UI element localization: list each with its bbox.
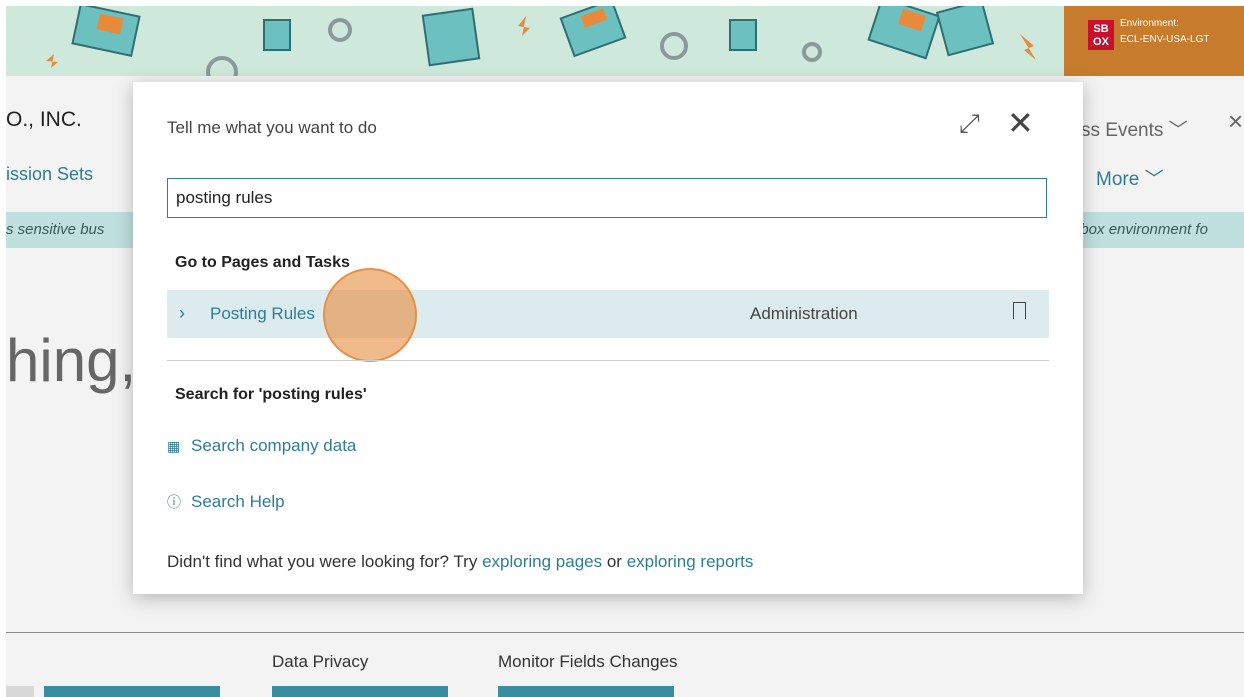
close-icon[interactable]: ✕ xyxy=(1007,104,1034,142)
exploring-reports-link[interactable]: exploring reports xyxy=(627,552,754,571)
search-help-label: Search Help xyxy=(191,492,285,511)
bookmark-icon[interactable] xyxy=(1013,302,1026,319)
dialog-footer: Didn't find what you were looking for? T… xyxy=(167,552,753,572)
nav-permission-sets[interactable]: ission Sets xyxy=(6,164,93,185)
environment-value: ECL-ENV-USA-LGT xyxy=(1120,34,1210,45)
search-company-data-link[interactable]: ▦ Search company data xyxy=(167,436,356,456)
company-name: O., INC. xyxy=(6,108,82,131)
result-category: Administration xyxy=(750,304,858,323)
more-label: More xyxy=(1096,169,1140,190)
search-company-data-label: Search company data xyxy=(191,436,357,455)
result-row[interactable]: › Posting Rules Administration xyxy=(167,290,1049,338)
header-banner: SB OX Environment: ECL-ENV-USA-LGT xyxy=(6,6,1244,76)
cue-tile[interactable] xyxy=(498,686,674,697)
click-indicator xyxy=(323,268,417,362)
robot-pattern-icon xyxy=(46,6,1036,76)
chevron-down-icon: ﹀ xyxy=(1163,120,1188,141)
greeting-headline: hing, xyxy=(6,327,137,394)
cue-tile[interactable] xyxy=(44,686,220,697)
chevron-down-icon: ﹀ xyxy=(1139,169,1164,190)
cue-label-monitor-fields: Monitor Fields Changes xyxy=(498,652,678,671)
building-icon: ▦ xyxy=(167,438,181,454)
pages-tasks-header: Go to Pages and Tasks xyxy=(175,254,350,271)
exploring-pages-link[interactable]: exploring pages xyxy=(482,552,602,571)
dialog-divider xyxy=(167,360,1049,361)
environment-badge[interactable]: SB OX Environment: ECL-ENV-USA-LGT xyxy=(1064,6,1244,76)
search-input[interactable] xyxy=(167,178,1047,218)
cue-tile[interactable] xyxy=(6,686,34,697)
notice-text-right: dbox environment fo xyxy=(1072,221,1208,238)
notice-text-left: s sensitive bus xyxy=(6,221,105,238)
sandbox-badge: SB OX xyxy=(1088,20,1114,50)
result-name[interactable]: Posting Rules xyxy=(210,304,315,324)
search-for-header: Search for 'posting rules' xyxy=(175,386,367,403)
footer-prefix: Didn't find what you were looking for? T… xyxy=(167,552,478,571)
dialog-title: Tell me what you want to do xyxy=(167,118,377,137)
nav-business-events[interactable]: ss Events ﹀ xyxy=(1081,115,1188,142)
chevron-right-icon[interactable]: › xyxy=(179,303,185,324)
search-help-link[interactable]: ⓘ Search Help xyxy=(167,492,285,512)
nav-more[interactable]: More ﹀ xyxy=(1096,164,1164,191)
tell-me-dialog: Tell me what you want to do ⤢ ✕ Go to Pa… xyxy=(133,82,1083,594)
environment-label: Environment: xyxy=(1120,18,1179,29)
business-events-label: ss Events xyxy=(1081,120,1164,141)
app-frame: SB OX Environment: ECL-ENV-USA-LGT O., I… xyxy=(6,6,1244,697)
footer-or: or xyxy=(606,552,622,571)
close-icon[interactable]: × xyxy=(1228,106,1243,137)
help-icon: ⓘ xyxy=(167,494,181,510)
section-divider xyxy=(6,632,1244,633)
expand-icon[interactable]: ⤢ xyxy=(959,108,980,140)
cue-tile[interactable] xyxy=(272,686,448,697)
cue-label-data-privacy: Data Privacy xyxy=(272,652,369,671)
